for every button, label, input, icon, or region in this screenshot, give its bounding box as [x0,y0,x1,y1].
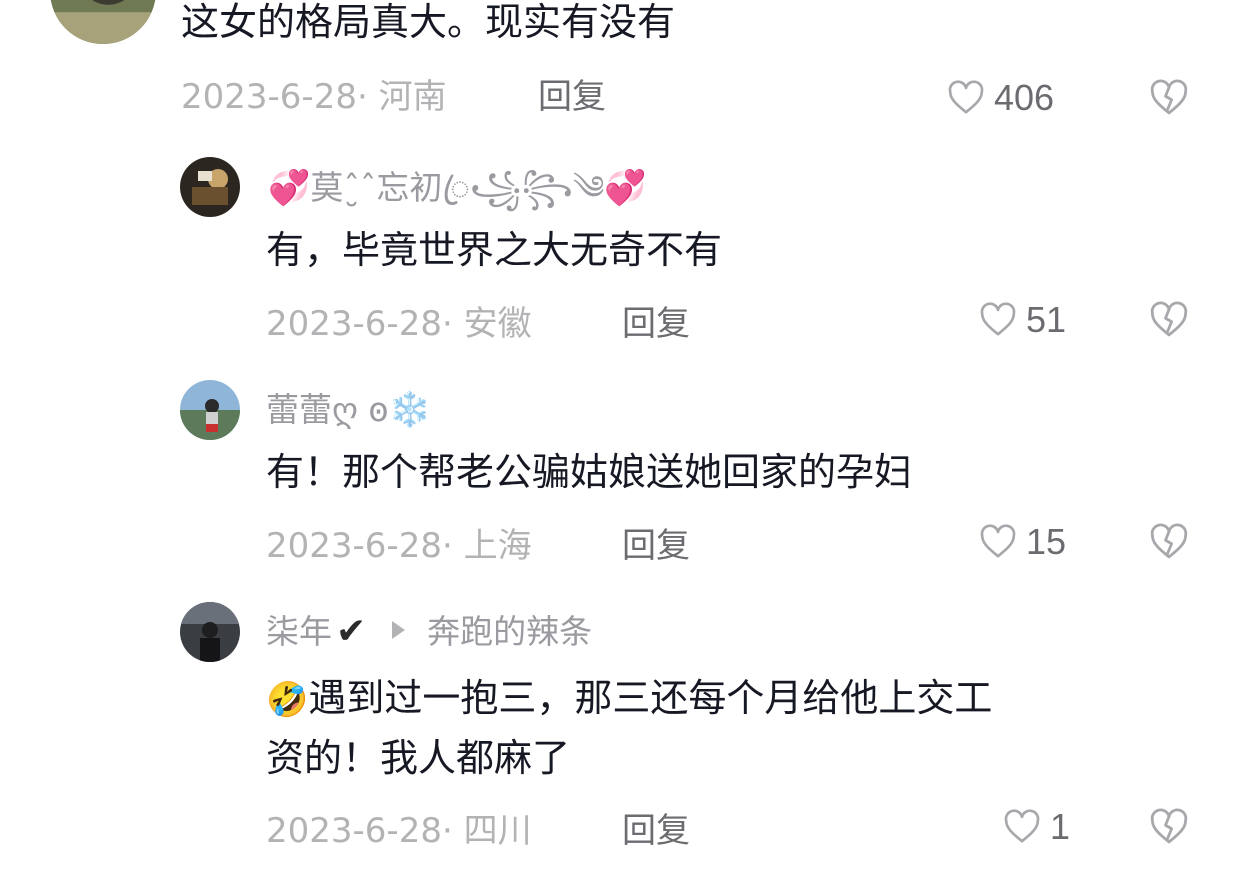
meta-separator: · [441,526,453,566]
heart-outline-icon [948,80,984,114]
reply-button[interactable]: 回复 [622,809,690,853]
comment-text: 有！那个帮老公骗姑娘送她回家的孕妇 [266,450,913,494]
reply-button[interactable]: 回复 [622,524,690,568]
broken-heart-icon [1150,523,1188,559]
dislike-button[interactable] [1148,521,1190,563]
avatar[interactable] [180,157,240,217]
emoji-snowflake: ❄️ [388,390,431,430]
comment-date: 2023-6-28 [266,304,442,344]
comment-text: 有，毕竟世界之大无奇不有 [266,228,723,272]
like-button[interactable]: 1 [1002,805,1070,849]
username-text: 蕾蕾ღ ꙩ [266,390,389,429]
dislike-button[interactable] [1148,806,1190,848]
comment-date: 2023-6-28 [181,77,357,117]
comment-location: 上海 [463,526,532,566]
verified-check-icon: ✔ [336,611,367,652]
reply-button[interactable]: 回复 [622,302,690,346]
emoji-rolling-laughing: 🤣 [266,680,309,720]
comment-text: 🤣遇到过一抱三，那三还每个月给他上交工 [266,670,992,728]
broken-heart-icon [1150,79,1188,115]
dislike-button[interactable] [1148,299,1190,341]
meta-separator: · [356,77,368,117]
avatar[interactable] [50,0,156,44]
comment-date: 2023-6-28 [266,526,442,566]
comment-location: 河南 [378,77,447,117]
meta-separator: · [441,811,453,851]
avatar[interactable] [180,602,240,662]
comment-username[interactable]: 柒年 ✔ 奔跑的辣条 [266,610,592,654]
like-count: 1 [1050,806,1071,847]
comment-meta: 2023-6-28· 上海 [266,524,532,568]
meta-separator: · [441,304,453,344]
comment-username[interactable]: 💞莫ˆ̮ˆ忘初ꦿ꧁꧂༄💞 [268,166,647,210]
comment-location: 四川 [463,811,532,851]
comment-date: 2023-6-28 [266,811,442,851]
like-count: 51 [1026,299,1067,340]
reply-button[interactable]: 回复 [538,75,606,119]
like-button[interactable]: 406 [946,76,1054,120]
broken-heart-icon [1150,808,1188,844]
like-count: 15 [1026,521,1067,562]
comment-meta: 2023-6-28· 河南 [181,75,447,119]
like-count: 406 [994,77,1055,118]
emoji-two-hearts: 💞 [604,168,647,208]
heart-outline-icon [980,524,1016,558]
comment-location: 安徽 [463,304,532,344]
reply-to-arrow-icon [392,621,406,639]
heart-outline-icon [1004,809,1040,843]
username-text: 莫ˆ̮ˆ忘初ꦿ꧁꧂༄ [310,168,605,207]
like-button[interactable]: 15 [978,520,1066,564]
comment-meta: 2023-6-28· 四川 [266,809,532,853]
comment-username[interactable]: 蕾蕾ღ ꙩ❄️ [266,388,431,432]
dislike-button[interactable] [1148,77,1190,119]
comment-text-line1: 遇到过一抱三，那三还每个月给他上交工 [308,676,993,720]
broken-heart-icon [1150,301,1188,337]
username-text: 柒年 [266,612,332,651]
emoji-two-hearts: 💞 [268,168,311,208]
comment-text: 这女的格局真大。现实有没有 [181,0,676,44]
heart-outline-icon [980,302,1016,336]
avatar[interactable] [180,380,240,440]
reply-to-username[interactable]: 奔跑的辣条 [427,612,592,651]
comment-text-line2: 资的！我人都麻了 [266,736,571,780]
like-button[interactable]: 51 [978,298,1066,342]
comment-meta: 2023-6-28· 安徽 [266,302,532,346]
